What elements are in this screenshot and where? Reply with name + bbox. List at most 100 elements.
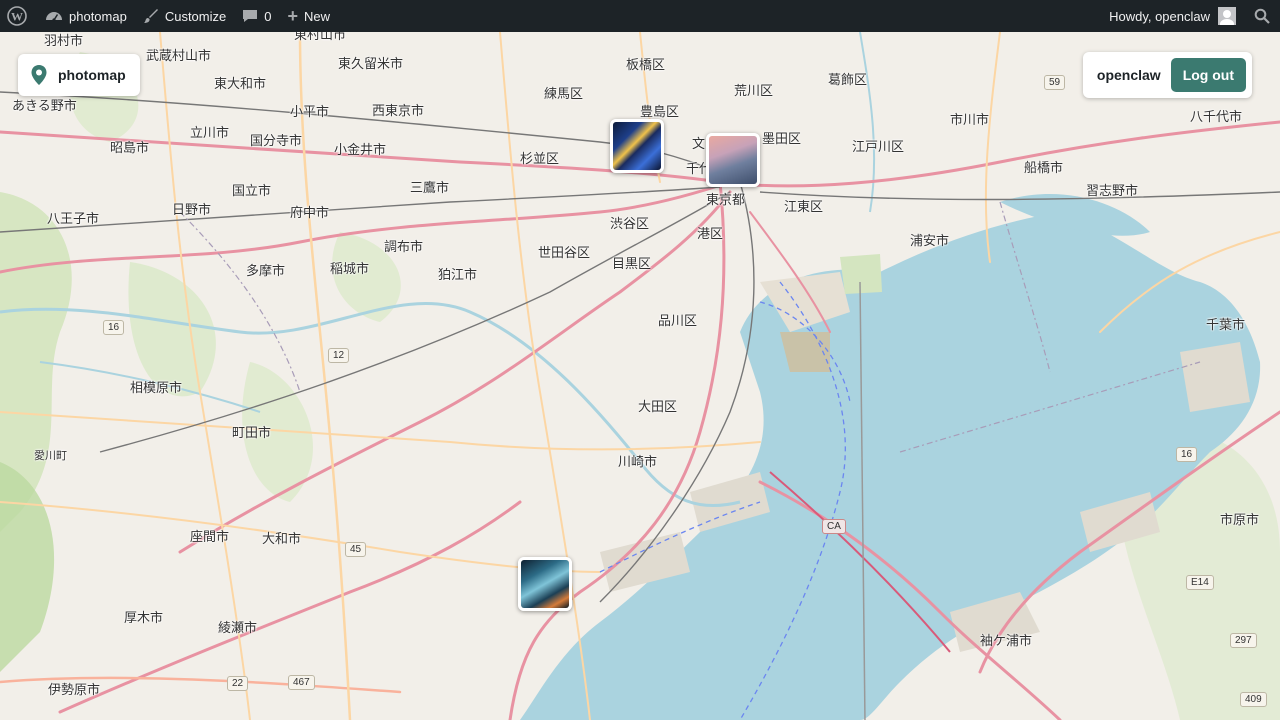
dashboard-icon (45, 8, 63, 24)
route-shield: 16 (103, 320, 125, 335)
route-shield: 409 (1240, 692, 1267, 707)
place-label: 葛飾区 (828, 72, 868, 87)
photo-marker[interactable] (610, 119, 664, 173)
place-label: 羽村市 (44, 33, 84, 48)
route-shield: CA (822, 519, 846, 534)
customize-label: Customize (164, 8, 227, 24)
place-label: 愛川町 (34, 450, 67, 462)
photo-thumbnail (709, 136, 757, 184)
place-label: 稲城市 (330, 261, 370, 276)
place-label: 渋谷区 (610, 216, 650, 231)
place-label: 練馬区 (544, 86, 584, 101)
site-brand[interactable]: photomap (18, 54, 140, 96)
route-shield: 59 (1044, 75, 1066, 90)
place-label: 西東京市 (372, 103, 425, 118)
howdy-label: Howdy, openclaw (1109, 8, 1210, 24)
place-label: 府中市 (290, 205, 330, 220)
place-label: 荒川区 (734, 83, 774, 98)
place-label: 町田市 (232, 425, 272, 440)
comment-icon (242, 8, 258, 24)
place-label: 厚木市 (124, 610, 164, 625)
place-label: 八千代市 (1190, 109, 1243, 124)
place-label: 国分寺市 (250, 133, 303, 148)
place-label: 調布市 (384, 239, 424, 254)
place-label: 目黒区 (612, 256, 652, 271)
new-label: New (304, 8, 331, 24)
place-label: 東大和市 (214, 76, 267, 91)
place-label: 武蔵村山市 (146, 48, 212, 63)
place-label: 三鷹市 (410, 180, 450, 195)
logout-button[interactable]: Log out (1170, 58, 1246, 92)
place-label: 東京都 (706, 192, 746, 207)
place-label: 昭島市 (110, 140, 150, 155)
avatar (1218, 7, 1236, 25)
route-shield: 22 (227, 676, 249, 691)
place-label: 江東区 (784, 199, 824, 214)
place-label: 多摩市 (246, 263, 286, 278)
place-label: 小平市 (290, 104, 330, 119)
place-label: 伊勢原市 (48, 682, 101, 697)
place-label: 相模原市 (130, 380, 183, 395)
place-label: 世田谷区 (538, 245, 591, 260)
new-content-button[interactable]: + New (279, 0, 338, 32)
my-account-button[interactable]: Howdy, openclaw (1101, 0, 1244, 32)
map-canvas[interactable]: 羽村市 東村山市 武蔵村山市 東久留米市 板橋区 葛飾区 荒川区 東大和市 練馬… (0, 32, 1280, 720)
map-pin-icon (30, 64, 48, 86)
place-label: あきる野市 (12, 98, 77, 113)
place-label: 小金井市 (334, 142, 387, 157)
place-label: 江戸川区 (852, 139, 905, 154)
comments-count: 0 (264, 8, 272, 24)
place-label: 座間市 (190, 529, 230, 544)
brush-icon (143, 8, 159, 24)
route-shield: 16 (1176, 447, 1198, 462)
photo-marker[interactable] (706, 133, 760, 187)
place-label: 大和市 (262, 531, 302, 546)
place-label: 港区 (697, 226, 724, 241)
place-label: 市原市 (1220, 512, 1260, 527)
place-label: 日野市 (172, 202, 212, 217)
search-button[interactable] (1244, 0, 1280, 32)
route-shield: 45 (345, 542, 367, 557)
place-label: 文 (692, 136, 706, 151)
place-label: 立川市 (190, 125, 230, 140)
place-label: 船橋市 (1024, 160, 1064, 175)
route-shield: 12 (328, 348, 350, 363)
site-name-button[interactable]: photomap (37, 0, 135, 32)
place-label: 千葉市 (1206, 317, 1246, 332)
site-name-label: photomap (69, 8, 127, 24)
admin-bar: W photomap Customize 0 + New Howdy, open… (0, 0, 1280, 32)
comments-button[interactable]: 0 (234, 0, 279, 32)
svg-text:W: W (11, 10, 23, 24)
place-label: 東村山市 (294, 32, 347, 42)
place-label: 東久留米市 (338, 56, 404, 71)
photo-marker[interactable] (518, 557, 572, 611)
place-label: 八王子市 (47, 211, 100, 226)
route-shield: 467 (288, 675, 315, 690)
route-shield: E14 (1186, 575, 1214, 590)
user-panel: openclaw Log out (1082, 52, 1252, 98)
route-shield: 297 (1230, 633, 1257, 648)
place-label: 杉並区 (520, 151, 560, 166)
username-label: openclaw (1096, 67, 1161, 83)
place-label: 墨田区 (762, 131, 802, 146)
place-label: 袖ケ浦市 (980, 633, 1033, 648)
place-label: 浦安市 (910, 233, 950, 248)
place-label: 豊島区 (640, 104, 680, 119)
plus-icon: + (287, 6, 298, 26)
customize-button[interactable]: Customize (135, 0, 234, 32)
place-label: 川崎市 (618, 454, 658, 469)
wordpress-icon: W (7, 6, 27, 26)
place-label: 品川区 (658, 313, 698, 328)
place-label: 国立市 (232, 183, 272, 198)
wordpress-logo-button[interactable]: W (0, 0, 37, 32)
place-label: 狛江市 (438, 267, 478, 282)
place-label: 習志野市 (1086, 183, 1139, 198)
photo-thumbnail (521, 560, 569, 608)
place-label: 綾瀬市 (218, 620, 258, 635)
place-label: 市川市 (950, 112, 990, 127)
photo-thumbnail (613, 122, 661, 170)
place-label: 板橋区 (626, 57, 666, 72)
search-icon (1254, 8, 1270, 24)
place-label: 大田区 (638, 399, 678, 414)
brand-name: photomap (58, 67, 126, 83)
